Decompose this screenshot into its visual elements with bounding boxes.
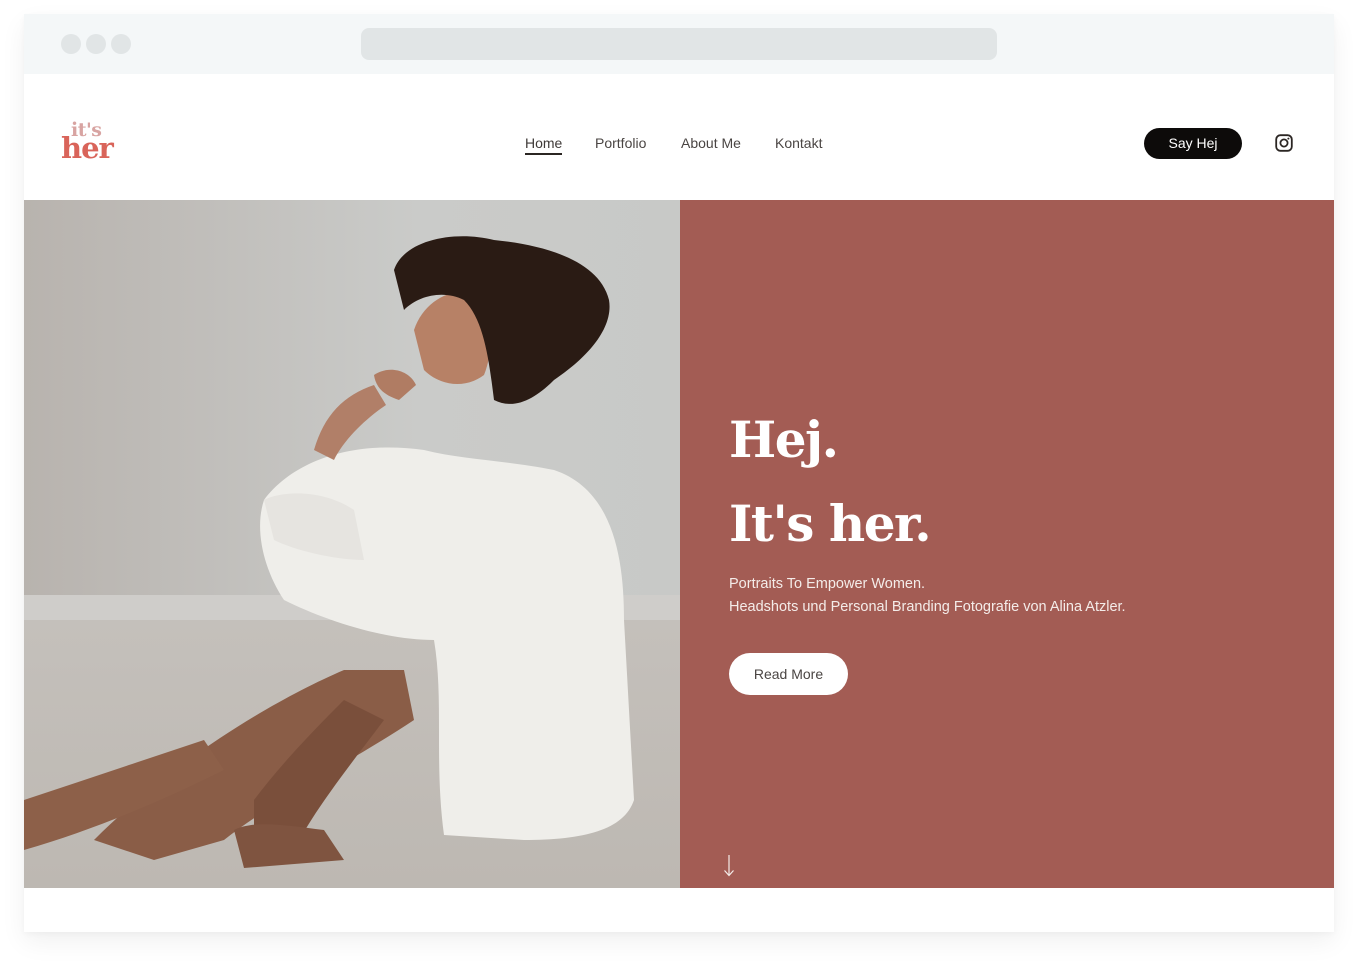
hero-text-panel: Hej. It's her. Portraits To Empower Wome…	[680, 200, 1334, 888]
hero-photo	[24, 200, 680, 888]
page-bottom-strip	[24, 888, 1334, 932]
browser-chrome	[24, 14, 1334, 74]
window-close-button[interactable]	[61, 34, 81, 54]
nav-kontakt[interactable]: Kontakt	[775, 134, 822, 152]
hero-subtitle-line1: Portraits To Empower Women.	[729, 576, 926, 592]
say-hej-button[interactable]: Say Hej	[1144, 128, 1242, 159]
hero-subtitle-line2: Headshots und Personal Branding Fotograf…	[729, 599, 1126, 615]
site-logo[interactable]: it's her	[61, 120, 131, 170]
hero-heading-its-her: It's her.	[729, 494, 932, 553]
hero-section: Hej. It's her. Portraits To Empower Wome…	[24, 200, 1334, 888]
nav-portfolio[interactable]: Portfolio	[595, 134, 646, 152]
hero-heading-hej: Hej.	[729, 410, 839, 469]
browser-window: it's her Home Portfolio About Me Kontakt…	[24, 14, 1334, 932]
window-maximize-button[interactable]	[111, 34, 131, 54]
site-header: it's her Home Portfolio About Me Kontakt…	[24, 74, 1334, 200]
read-more-button[interactable]: Read More	[729, 653, 848, 695]
nav-about-me[interactable]: About Me	[681, 134, 741, 152]
portrait-illustration	[24, 200, 680, 888]
logo-line-her: her	[61, 131, 114, 165]
nav-home[interactable]: Home	[525, 134, 563, 155]
arrow-down-icon[interactable]	[723, 854, 735, 878]
instagram-icon[interactable]	[1275, 134, 1293, 152]
window-minimize-button[interactable]	[86, 34, 106, 54]
address-bar[interactable]	[361, 28, 997, 60]
